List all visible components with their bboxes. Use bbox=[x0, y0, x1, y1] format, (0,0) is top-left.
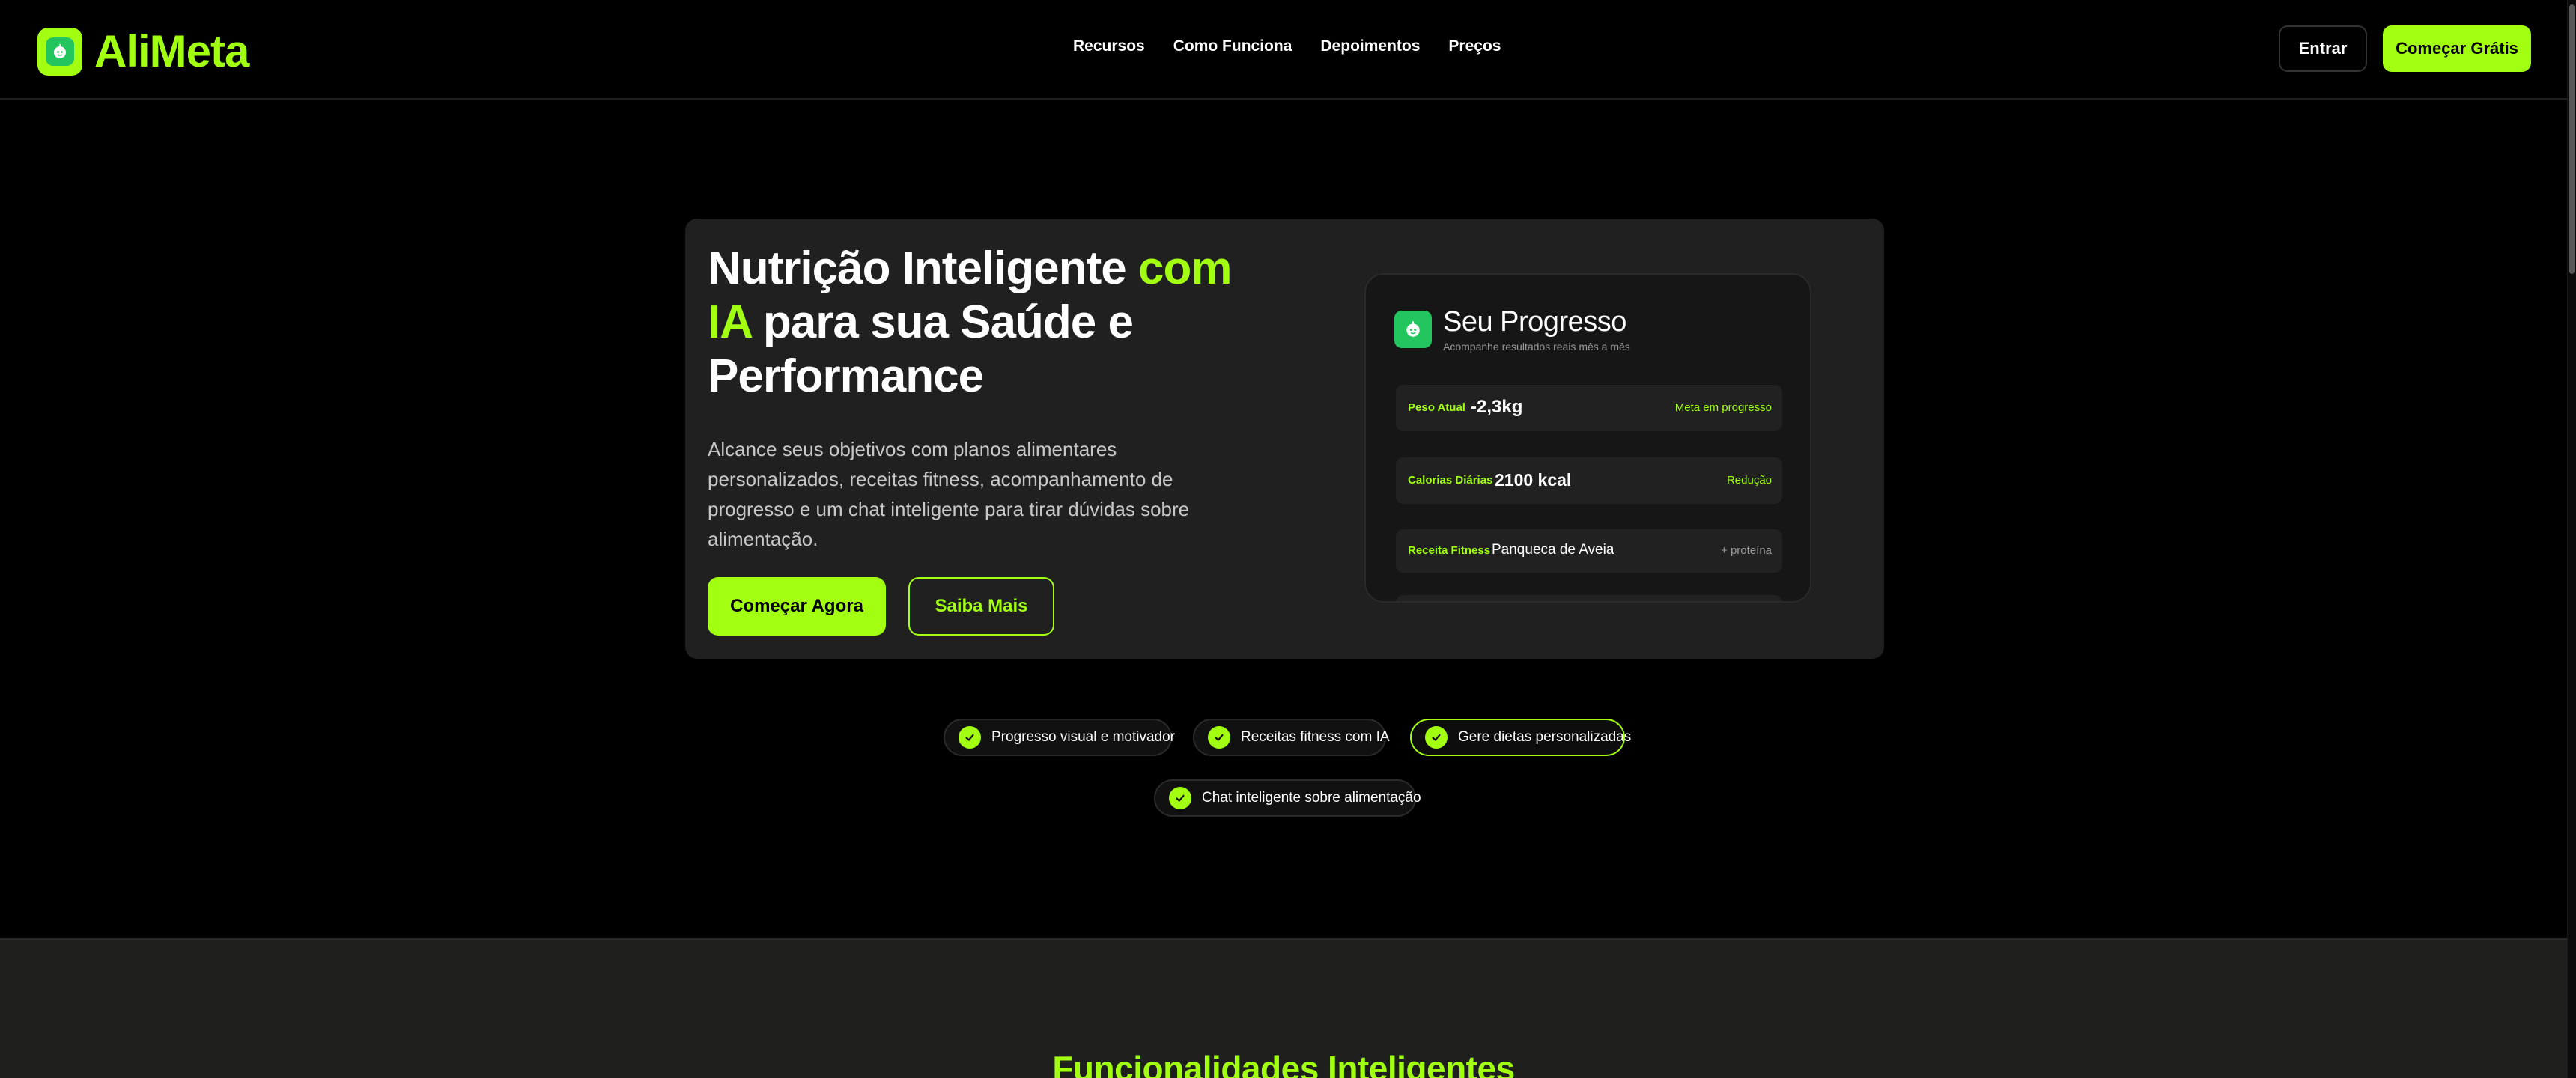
progress-row-partial bbox=[1396, 595, 1782, 601]
progress-row-calories: Calorias Diárias 2100 kcal Redução bbox=[1396, 457, 1782, 504]
progress-row-weight: Peso Atual -2,3kg Meta em progresso bbox=[1396, 385, 1782, 431]
feature-label: Chat inteligente sobre alimentação bbox=[1202, 790, 1421, 806]
hero-title: Nutrição Inteligente com IA para sua Saúd… bbox=[708, 243, 1232, 402]
check-icon bbox=[1425, 726, 1448, 749]
progress-card-title: Seu Progresso bbox=[1443, 306, 1626, 338]
apple-icon bbox=[37, 27, 82, 76]
logo[interactable]: AliMeta bbox=[37, 25, 249, 77]
nav-item-recursos[interactable]: Recursos bbox=[1073, 37, 1145, 55]
check-icon bbox=[1169, 787, 1191, 809]
scrollbar-thumb[interactable] bbox=[2569, 4, 2575, 274]
feature-pill-progress[interactable]: Progresso visual e motivador bbox=[944, 719, 1175, 756]
feature-pill-chat[interactable]: Chat inteligente sobre alimentação bbox=[1154, 779, 1421, 817]
main-nav: Recursos Como Funciona Depoimentos Preço… bbox=[1073, 37, 1529, 55]
feature-label: Receitas fitness com IA bbox=[1241, 729, 1390, 745]
start-free-button[interactable]: Começar Grátis bbox=[2383, 25, 2531, 72]
progress-row-recipe: Receita Fitness Panqueca de Aveia + prot… bbox=[1396, 529, 1782, 573]
features-section-title: Funcionalidades Inteligentes bbox=[1052, 1049, 1515, 1078]
start-now-button[interactable]: Começar Agora bbox=[708, 577, 886, 636]
check-icon bbox=[1208, 726, 1230, 749]
hero-description: Alcance seus objetivos com planos alimen… bbox=[708, 438, 1190, 550]
nav-item-como-funciona[interactable]: Como Funciona bbox=[1173, 37, 1292, 55]
progress-card: Seu Progresso Acompanhe resultados reais… bbox=[1364, 273, 1811, 603]
site-header: AliMeta Recursos Como Funciona Depoiment… bbox=[0, 0, 2567, 100]
nav-item-precos[interactable]: Preços bbox=[1448, 37, 1501, 55]
nav-item-depoimentos[interactable]: Depoimentos bbox=[1320, 37, 1420, 55]
progress-card-subtitle: Acompanhe resultados reais mês a mês bbox=[1443, 341, 1630, 353]
brand-name: AliMeta bbox=[94, 26, 249, 76]
feature-label: Progresso visual e motivador bbox=[991, 729, 1175, 745]
feature-label: Gere dietas personalizadas bbox=[1458, 729, 1632, 745]
feature-pill-diets[interactable]: Gere dietas personalizadas bbox=[1410, 719, 1631, 756]
feature-pill-recipes[interactable]: Receitas fitness com IA bbox=[1193, 719, 1390, 756]
login-button[interactable]: Entrar bbox=[2279, 25, 2367, 72]
apple-icon bbox=[1394, 311, 1432, 348]
check-icon bbox=[959, 726, 981, 749]
learn-more-button[interactable]: Saiba Mais bbox=[908, 577, 1054, 636]
